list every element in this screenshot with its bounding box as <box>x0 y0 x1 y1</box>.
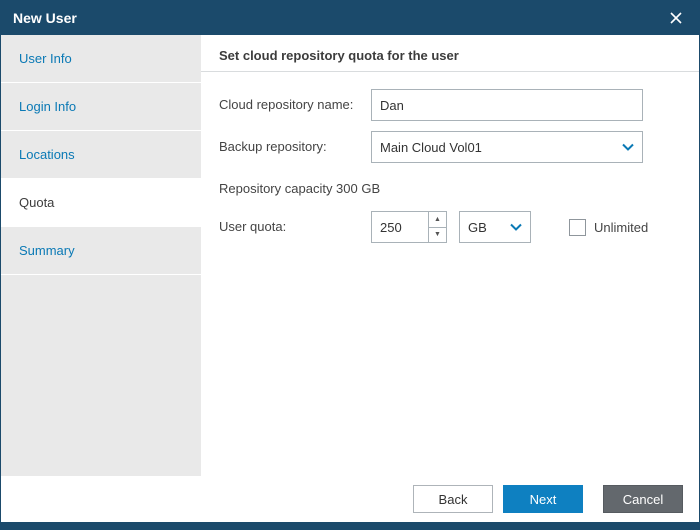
next-button[interactable]: Next <box>503 485 583 513</box>
sidebar-item-login-info[interactable]: Login Info <box>1 83 201 131</box>
quota-step-content: Set cloud repository quota for the user … <box>201 35 699 476</box>
user-quota-input[interactable] <box>372 212 428 242</box>
sidebar-item-label: User Info <box>19 51 72 66</box>
dialog-title: New User <box>13 10 77 26</box>
sidebar-item-summary[interactable]: Summary <box>1 227 201 275</box>
chevron-down-icon <box>622 143 634 151</box>
sidebar-item-quota[interactable]: Quota <box>1 179 201 227</box>
repository-capacity-text: Repository capacity 300 GB <box>219 181 380 196</box>
title-bar: New User <box>1 1 699 35</box>
user-quota-stepper: ▲ ▼ <box>371 211 447 243</box>
stepper-up-button[interactable]: ▲ <box>429 212 446 228</box>
unlimited-checkbox[interactable] <box>569 219 586 236</box>
back-button[interactable]: Back <box>413 485 493 513</box>
repo-name-input[interactable] <box>371 89 643 121</box>
unlimited-option: Unlimited <box>569 211 648 243</box>
backup-repo-select[interactable]: Main Cloud Vol01 <box>371 131 643 163</box>
sidebar-item-label: Summary <box>19 243 75 258</box>
chevron-down-icon <box>510 223 522 231</box>
dialog-footer: Back Next Cancel <box>1 476 699 522</box>
sidebar-item-user-info[interactable]: User Info <box>1 35 201 83</box>
sidebar-item-locations[interactable]: Locations <box>1 131 201 179</box>
unlimited-label: Unlimited <box>594 220 648 235</box>
quota-unit-selected-value: GB <box>468 220 487 235</box>
wizard-sidebar: User Info Login Info Locations Quota Sum… <box>1 35 201 476</box>
stepper-down-button[interactable]: ▼ <box>429 228 446 243</box>
step-heading: Set cloud repository quota for the user <box>219 48 459 63</box>
repo-name-label: Cloud repository name: <box>219 89 353 121</box>
heading-divider <box>201 71 699 72</box>
stepper-buttons: ▲ ▼ <box>428 212 446 242</box>
new-user-dialog: New User User Info Login Info Locations … <box>0 0 700 530</box>
sidebar-item-label: Locations <box>19 147 75 162</box>
sidebar-item-label: Login Info <box>19 99 76 114</box>
close-button[interactable] <box>665 7 687 29</box>
dialog-body: User Info Login Info Locations Quota Sum… <box>1 35 699 476</box>
backup-repo-selected-value: Main Cloud Vol01 <box>380 140 482 155</box>
quota-unit-select[interactable]: GB <box>459 211 531 243</box>
sidebar-item-label: Quota <box>19 195 54 210</box>
bottom-border-strip <box>1 522 699 529</box>
backup-repo-label: Backup repository: <box>219 131 327 163</box>
cancel-button[interactable]: Cancel <box>603 485 683 513</box>
close-icon <box>670 12 682 24</box>
user-quota-label: User quota: <box>219 211 286 243</box>
